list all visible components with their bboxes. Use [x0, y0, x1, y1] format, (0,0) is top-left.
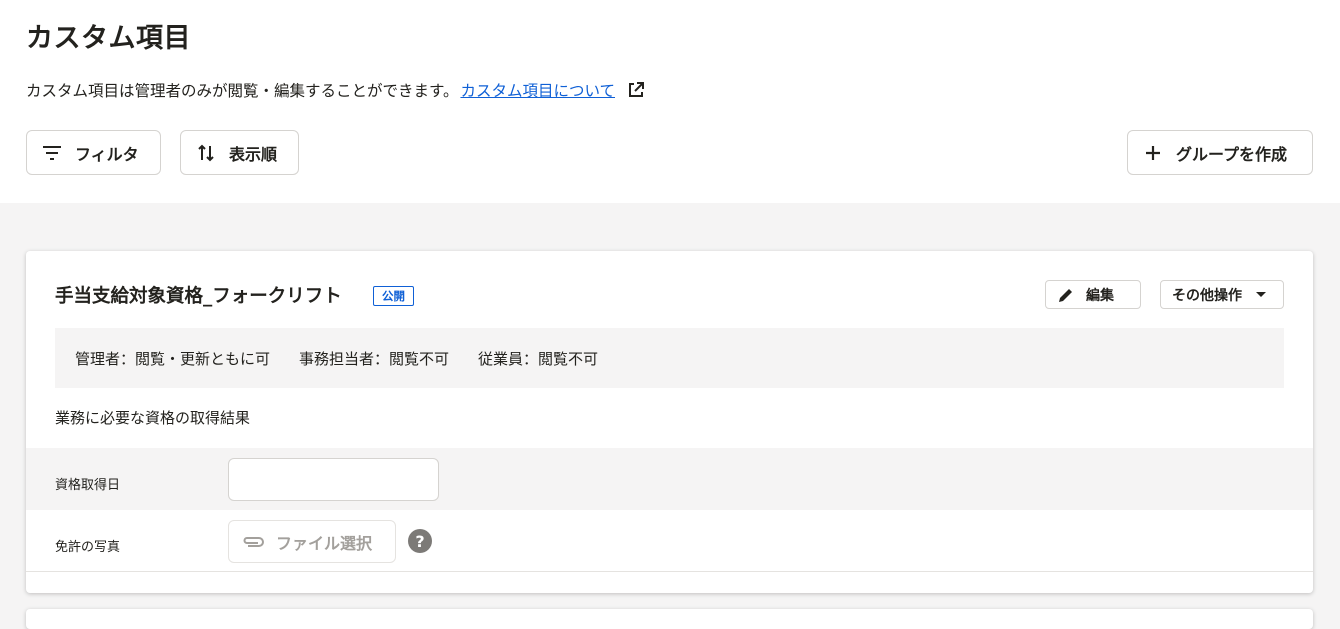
permission-admin: 管理者：閲覧・更新ともに可	[75, 349, 271, 368]
filter-label: フィルタ	[75, 144, 139, 164]
plus-icon	[1142, 142, 1164, 164]
edit-label: 編集	[1086, 287, 1114, 304]
help-icon[interactable]: ?	[408, 529, 432, 553]
filter-icon	[41, 142, 63, 164]
help-link[interactable]: カスタム項目について	[460, 79, 615, 101]
more-actions-button[interactable]: その他操作	[1160, 280, 1284, 309]
paperclip-icon	[241, 530, 265, 554]
field-label: 免許の写真	[55, 540, 121, 555]
caret-down-icon	[1256, 292, 1266, 297]
field-row: 資格取得日	[26, 448, 1313, 510]
field-row: 免許の写真 ファイル選択 ?	[26, 510, 1313, 572]
edit-button[interactable]: 編集	[1045, 280, 1141, 309]
file-select-button[interactable]: ファイル選択	[228, 520, 396, 563]
permission-clerk: 事務担当者：閲覧不可	[299, 349, 450, 368]
create-group-button[interactable]: グループを作成	[1127, 130, 1313, 175]
sort-label: 表示順	[229, 144, 278, 164]
more-actions-label: その他操作	[1172, 287, 1242, 304]
group-title: 手当支給対象資格_フォークリフト	[55, 286, 342, 307]
page-header: カスタム項目 カスタム項目は管理者のみが閲覧・編集することができます。 カスタム…	[0, 0, 1340, 203]
permissions-bar: 管理者：閲覧・更新ともに可 事務担当者：閲覧不可 従業員：閲覧不可	[55, 328, 1284, 388]
description-text: カスタム項目は管理者のみが閲覧・編集することができます。	[26, 82, 459, 100]
status-badge: 公開	[373, 286, 414, 306]
create-group-label: グループを作成	[1176, 144, 1288, 164]
pencil-icon	[1056, 285, 1076, 305]
permission-employee: 従業員：閲覧不可	[478, 349, 599, 368]
sort-icon	[195, 142, 217, 164]
page-title: カスタム項目	[26, 23, 191, 54]
field-label: 資格取得日	[55, 478, 121, 493]
acquisition-date-input[interactable]	[228, 458, 439, 501]
page-description: カスタム項目は管理者のみが閲覧・編集することができます。 カスタム項目について	[26, 79, 647, 101]
file-select-label: ファイル選択	[276, 533, 373, 553]
group-description: 業務に必要な資格の取得結果	[55, 409, 251, 427]
filter-button[interactable]: フィルタ	[26, 130, 161, 175]
group-card: 手当支給対象資格_フォークリフト 公開 編集 その他操作 管理者：閲覧・更新とも…	[26, 251, 1313, 593]
sort-button[interactable]: 表示順	[180, 130, 299, 175]
external-link-icon[interactable]	[625, 79, 647, 101]
next-group-card	[26, 609, 1313, 629]
